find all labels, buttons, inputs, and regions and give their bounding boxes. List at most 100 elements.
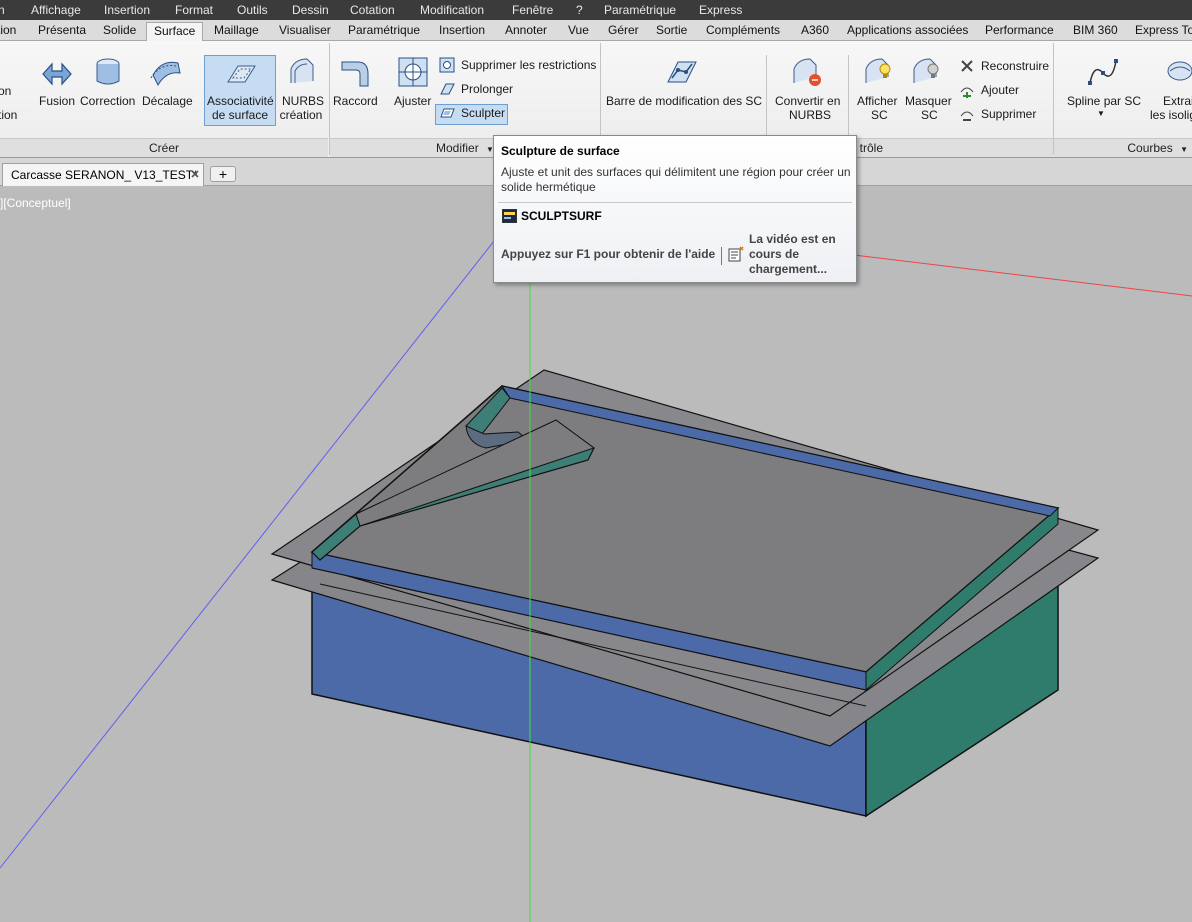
chevron-down-icon: ▼ xyxy=(1180,145,1188,154)
remove-cv-icon xyxy=(960,111,974,121)
raccord-label: Raccord xyxy=(333,94,378,108)
tab-sortie[interactable]: Sortie xyxy=(656,23,687,37)
tab-bim360[interactable]: BIM 360 xyxy=(1073,23,1118,37)
tab-presentation[interactable]: Présenta xyxy=(38,23,86,37)
tab-accueil[interactable]: tion xyxy=(0,23,16,37)
tab-surface[interactable]: Surface xyxy=(146,22,204,42)
tooltip-vertical-divider xyxy=(721,247,722,265)
menu-item-modification[interactable]: Modification xyxy=(420,3,484,17)
tab-complements[interactable]: Compléments xyxy=(706,23,780,37)
prolonger-button[interactable]: Prolonger xyxy=(437,79,513,99)
supprimer-button[interactable]: Supprimer xyxy=(957,104,1036,124)
associativite-label-1: Associativité xyxy=(207,94,274,108)
menu-item-fichier[interactable]: n xyxy=(0,3,5,17)
supprimer-restrictions-label: Supprimer les restrictions xyxy=(461,58,597,72)
panel-title-creer[interactable]: Créer xyxy=(0,138,328,157)
tooltip-divider xyxy=(498,202,852,203)
offset-surface-icon xyxy=(150,61,181,87)
sculpter-label: Sculpter xyxy=(461,106,506,120)
menu-item-express[interactable]: Express xyxy=(699,3,742,17)
chevron-down-icon: ▼ xyxy=(1097,109,1105,118)
afficher-label-2: SC xyxy=(871,108,888,122)
close-icon[interactable] xyxy=(189,168,201,180)
correction-label: Correction xyxy=(80,94,136,108)
show-cv-icon xyxy=(865,58,891,83)
associativite-label-2: de surface xyxy=(211,108,269,122)
menu-item-fenetre[interactable]: Fenêtre xyxy=(512,3,553,17)
supprimer-restrictions-button[interactable]: Supprimer les restrictions xyxy=(437,55,596,75)
command-line-icon xyxy=(502,209,517,223)
viewport-visual-style-label[interactable]: ][Conceptuel] xyxy=(0,196,71,210)
menu-item-affichage[interactable]: Affichage xyxy=(31,3,81,17)
tooltip-sculpter: Sculpture de surface Ajuste et unit des … xyxy=(493,135,857,283)
tooltip-help-text: Appuyez sur F1 pour obtenir de l'aide xyxy=(501,247,716,261)
document-tab-label: Carcasse SERANON_ V13_TEST* xyxy=(11,168,198,182)
cut-button-label-1[interactable]: on xyxy=(0,84,11,99)
supprimer-label: Supprimer xyxy=(981,107,1037,121)
extraire-label-2: les isolig xyxy=(1150,108,1192,122)
menu-item-outils[interactable]: Outils xyxy=(237,3,268,17)
menu-item-insertion[interactable]: Insertion xyxy=(104,3,150,17)
3d-model-canvas[interactable] xyxy=(0,187,1192,922)
cut-button-label-2[interactable]: tion xyxy=(0,108,17,123)
trim-surface-icon xyxy=(398,57,428,87)
decalage-label: Décalage xyxy=(142,94,193,108)
document-tab[interactable]: Carcasse SERANON_ V13_TEST* xyxy=(2,163,204,186)
tab-express-tools[interactable]: Express Too xyxy=(1135,23,1192,37)
convertir-label-1: Convertir en xyxy=(775,94,841,108)
panel-title-courbes-label: Courbes xyxy=(1127,141,1173,155)
blend-surface-icon xyxy=(42,62,72,86)
reconstruire-label: Reconstruire xyxy=(981,59,1050,73)
tab-insertion[interactable]: Insertion xyxy=(439,23,485,37)
panel-title-modifier-label: Modifier xyxy=(436,141,479,155)
tab-maillage[interactable]: Maillage xyxy=(214,23,259,37)
fillet-surface-icon xyxy=(341,61,369,87)
cv-edit-bar-icon xyxy=(667,61,697,83)
barre-modification-sc-label: Barre de modification des SC xyxy=(606,94,763,108)
reconstruire-button[interactable]: Reconstruire xyxy=(957,56,1049,76)
tab-parametrique[interactable]: Paramétrique xyxy=(348,23,420,37)
ajuster-label: Ajuster xyxy=(394,94,432,108)
menu-item-help[interactable]: ? xyxy=(576,3,583,17)
menu-bar: n Affichage Insertion Format Outils Dess… xyxy=(0,0,1192,20)
sculpt-icon xyxy=(440,108,455,118)
tab-solide[interactable]: Solide xyxy=(103,23,136,37)
drawing-viewport[interactable] xyxy=(0,187,1192,922)
nurbs-label-2: création xyxy=(279,108,323,122)
tooltip-command-name: SCULPTSURF xyxy=(521,209,602,223)
extend-surface-icon xyxy=(440,83,455,95)
extraire-label-1: Extrai xyxy=(1163,94,1192,108)
fusion-label: Fusion xyxy=(39,94,76,108)
tab-annoter[interactable]: Annoter xyxy=(505,23,547,37)
tooltip-title: Sculpture de surface xyxy=(501,144,620,158)
masquer-label-1: Masquer xyxy=(905,94,952,108)
ajouter-button[interactable]: Ajouter xyxy=(957,80,1019,100)
panel-title-courbes[interactable]: Courbes ▼ xyxy=(1054,138,1192,157)
spline-cv-icon xyxy=(1088,59,1118,85)
tab-visualiser[interactable]: Visualiser xyxy=(279,23,331,37)
patch-surface-icon xyxy=(96,58,120,85)
menu-item-dessin[interactable]: Dessin xyxy=(292,3,329,17)
tab-performance[interactable]: Performance xyxy=(985,23,1054,37)
sculpter-button-content[interactable]: Sculpter xyxy=(437,103,505,123)
afficher-label-1: Afficher xyxy=(857,94,898,108)
tab-vue[interactable]: Vue xyxy=(568,23,589,37)
menu-item-parametrique[interactable]: Paramétrique xyxy=(604,3,676,17)
untrim-icon xyxy=(439,57,455,73)
convert-to-nurbs-icon xyxy=(793,58,821,86)
tab-applications-associees[interactable]: Applications associées xyxy=(847,23,968,37)
group-divider xyxy=(848,55,849,135)
tab-a360[interactable]: A360 xyxy=(801,23,829,37)
masquer-label-2: SC xyxy=(921,108,938,122)
add-cv-icon xyxy=(960,87,974,98)
extract-isolines-icon xyxy=(1167,61,1192,81)
menu-item-cotation[interactable]: Cotation xyxy=(350,3,395,17)
ribbon-tab-bar: tion Présenta Solide Surface Maillage Vi… xyxy=(0,20,1192,42)
menu-item-format[interactable]: Format xyxy=(175,3,213,17)
nurbs-creation-icon xyxy=(290,58,314,83)
tab-gerer[interactable]: Gérer xyxy=(608,23,639,37)
new-tab-button[interactable]: + xyxy=(210,166,236,182)
prolonger-label: Prolonger xyxy=(461,82,514,96)
ajouter-label: Ajouter xyxy=(981,83,1020,97)
tooltip-video-status: La vidéo est en cours de chargement... xyxy=(749,232,836,276)
